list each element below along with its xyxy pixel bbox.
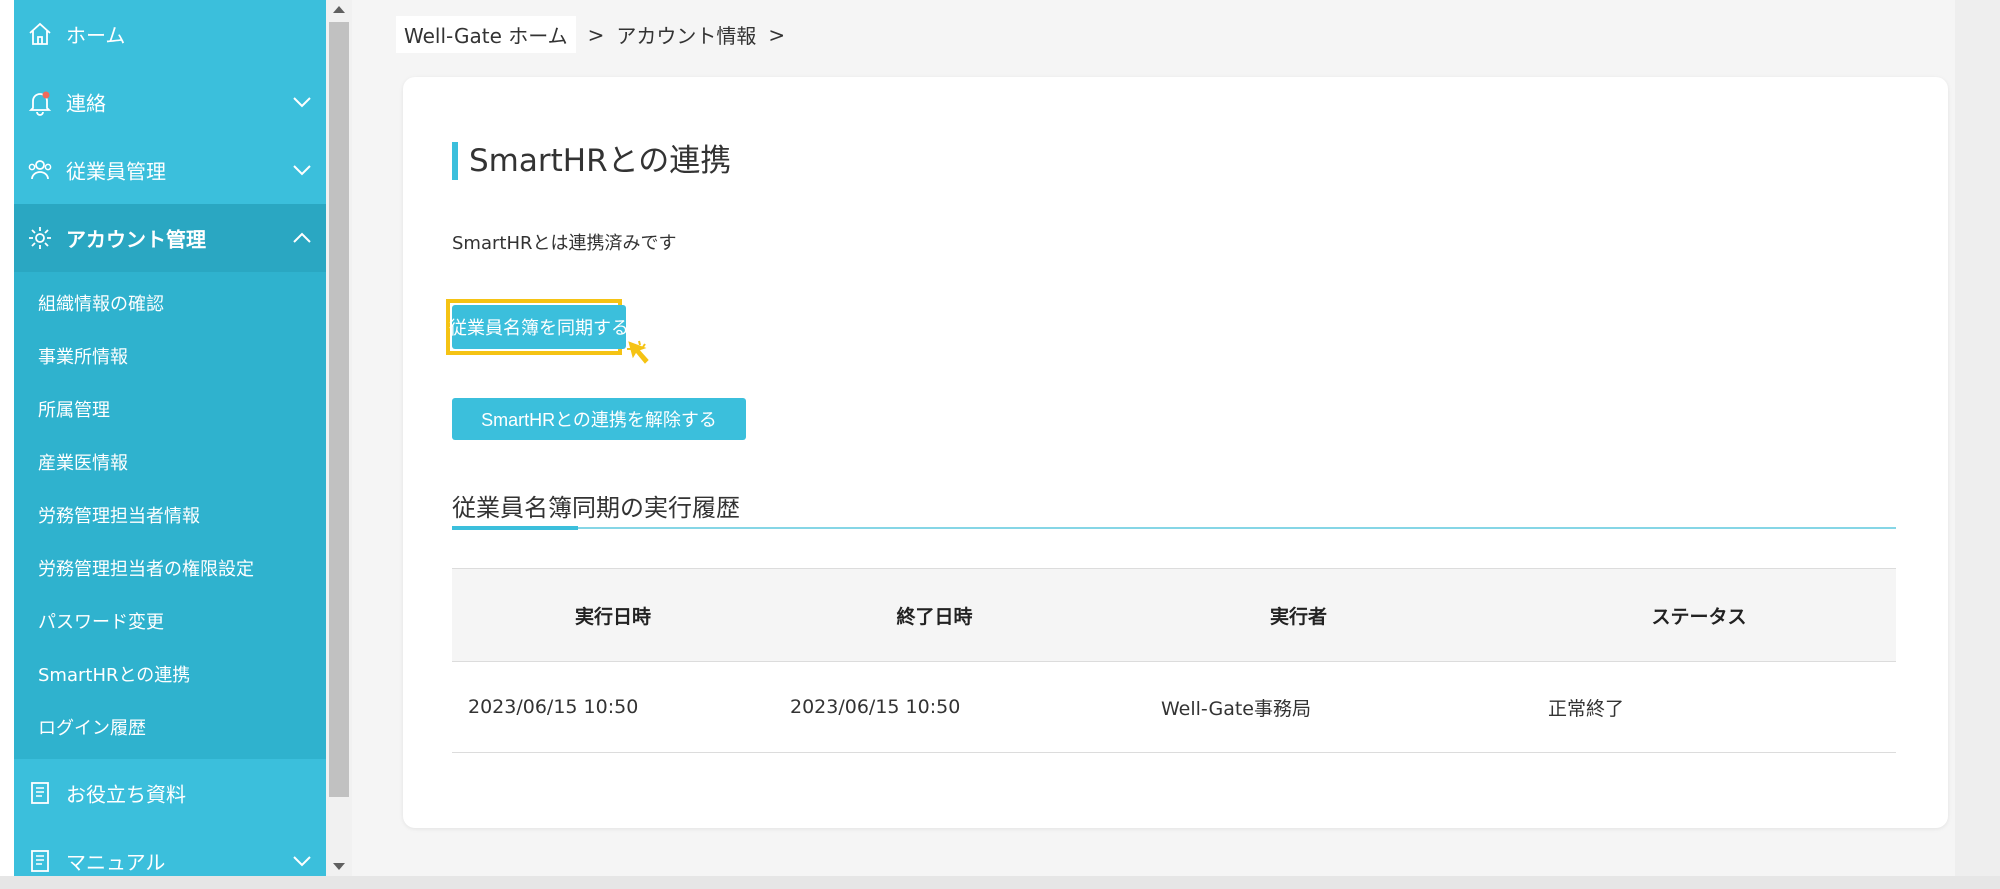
page-right-edge <box>1955 0 2000 889</box>
sidebar: ホーム 連絡 従業員管理 アカウント管理 組織情報の確認 事業所情報 所属管理 … <box>14 0 326 876</box>
sub-item-occupational-physician[interactable]: 産業医情報 <box>14 435 326 488</box>
scrollbar-thumb[interactable] <box>329 22 349 797</box>
sub-item-org-info[interactable]: 組織情報の確認 <box>14 276 326 329</box>
unlink-smarthr-button[interactable]: SmartHRとの連携を解除する <box>452 398 746 440</box>
bell-icon <box>28 91 52 116</box>
cell-executor: Well-Gate事務局 <box>1095 661 1502 753</box>
main-content: Well-Gate ホーム > アカウント情報 > SmartHRとの連携 Sm… <box>352 0 1955 876</box>
nav-home-label: ホーム <box>66 23 126 48</box>
breadcrumb-home-link[interactable]: Well-Gate ホーム <box>396 16 576 53</box>
nav-account-label: アカウント管理 <box>66 227 206 252</box>
sync-history-table: 実行日時 終了日時 実行者 ステータス 2023/06/15 10:50 202… <box>452 568 1896 753</box>
sub-item-labor-manager-permissions[interactable]: 労務管理担当者の権限設定 <box>14 541 326 594</box>
book-icon <box>31 850 49 872</box>
nav-manual-label: マニュアル <box>66 850 166 875</box>
breadcrumb-separator: > <box>768 22 786 47</box>
history-section-title: 従業員名簿同期の実行履歴 <box>452 494 740 522</box>
book-icon <box>31 782 49 804</box>
click-cursor-icon <box>627 340 649 364</box>
column-header-executed-at: 実行日時 <box>452 568 774 662</box>
column-header-executor: 実行者 <box>1095 568 1502 662</box>
chevron-down-icon <box>293 97 311 108</box>
smarthr-card: SmartHRとの連携 SmartHRとは連携済みです 従業員名簿を同期する S… <box>403 77 1948 828</box>
nav-manual[interactable]: マニュアル <box>14 827 326 876</box>
nav-employees-label: 従業員管理 <box>66 159 166 184</box>
scroll-down-arrow-icon[interactable] <box>333 863 345 870</box>
sub-item-smarthr[interactable]: SmartHRとの連携 <box>14 647 326 700</box>
chevron-up-icon <box>293 232 311 243</box>
table-row: 2023/06/15 10:50 2023/06/15 10:50 Well-G… <box>452 661 1896 753</box>
users-icon <box>28 160 52 180</box>
link-status-text: SmartHRとは連携済みです <box>452 233 677 254</box>
chevron-down-icon <box>293 856 311 867</box>
sub-item-login-history[interactable]: ログイン履歴 <box>14 700 326 753</box>
scroll-up-arrow-icon[interactable] <box>333 6 345 13</box>
cell-ended-at: 2023/06/15 10:50 <box>774 661 1095 753</box>
nav-contact[interactable]: 連絡 <box>14 68 326 136</box>
nav-contact-label: 連絡 <box>66 91 106 116</box>
breadcrumb: Well-Gate ホーム > アカウント情報 > <box>396 16 797 53</box>
sub-item-labor-manager[interactable]: 労務管理担当者情報 <box>14 488 326 541</box>
breadcrumb-separator: > <box>587 22 605 47</box>
nav-resources[interactable]: お役立ち資料 <box>14 759 326 827</box>
sync-employee-roster-button[interactable]: 従業員名簿を同期する <box>449 305 629 349</box>
gear-icon <box>29 227 51 249</box>
account-submenu: 組織情報の確認 事業所情報 所属管理 産業医情報 労務管理担当者情報 労務管理担… <box>14 272 326 759</box>
section-underline-accent <box>452 526 578 530</box>
breadcrumb-account-info[interactable]: アカウント情報 <box>616 20 756 49</box>
page-title: SmartHRとの連携 <box>469 143 732 179</box>
title-accent-bar <box>452 142 458 180</box>
table-header-row: 実行日時 終了日時 実行者 ステータス <box>452 568 1896 662</box>
sub-item-office-info[interactable]: 事業所情報 <box>14 329 326 382</box>
home-icon <box>29 22 51 45</box>
sub-item-password-change[interactable]: パスワード変更 <box>14 594 326 647</box>
sub-item-affiliation[interactable]: 所属管理 <box>14 382 326 435</box>
column-header-ended-at: 終了日時 <box>774 568 1095 662</box>
page-bottom-strip <box>0 876 2000 889</box>
section-underline <box>452 527 1896 529</box>
nav-home[interactable]: ホーム <box>14 0 326 68</box>
nav-account[interactable]: アカウント管理 <box>14 204 326 272</box>
chevron-down-icon <box>293 165 311 176</box>
sidebar-scrollbar[interactable] <box>326 0 352 876</box>
cell-executed-at: 2023/06/15 10:50 <box>452 661 774 753</box>
nav-resources-label: お役立ち資料 <box>66 782 186 807</box>
column-header-status: ステータス <box>1502 568 1896 662</box>
cell-status: 正常終了 <box>1502 661 1896 753</box>
nav-employees[interactable]: 従業員管理 <box>14 136 326 204</box>
